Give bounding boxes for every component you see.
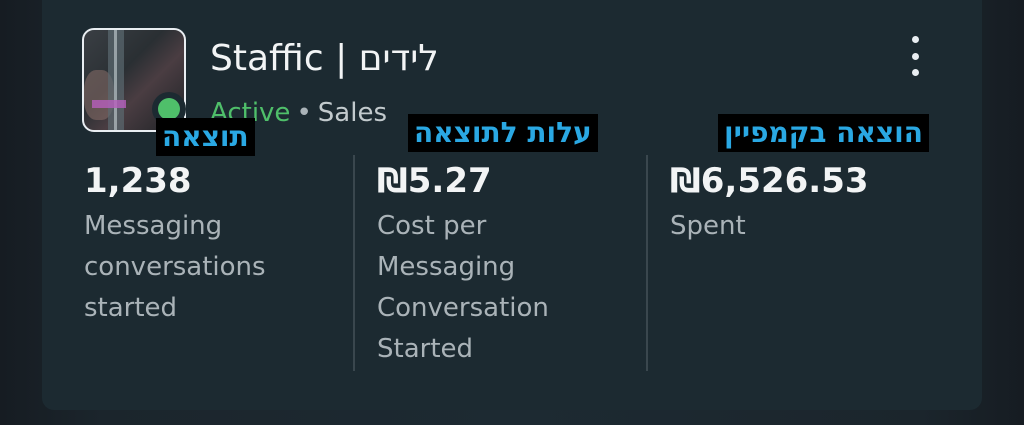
more-options-icon[interactable] bbox=[904, 36, 926, 76]
campaign-title[interactable]: Staffic | לידים bbox=[210, 38, 439, 79]
metric-value: ₪6,526.53 bbox=[670, 161, 869, 201]
metric-label: Messaging conversations started bbox=[84, 211, 266, 323]
metric-results: 1,238 Messaging conversations started bbox=[84, 160, 324, 329]
divider bbox=[646, 155, 648, 371]
metric-cost-per-result: ₪5.27 Cost per Messaging Conversation St… bbox=[377, 160, 617, 370]
metric-label: Cost per Messaging Conversation Started bbox=[377, 211, 549, 364]
annotation-cost-per-result: עלות לתוצאה bbox=[408, 114, 598, 152]
divider bbox=[353, 155, 355, 371]
category-label: Sales bbox=[317, 98, 387, 128]
annotation-campaign-spend: הוצאה בקמפיין bbox=[718, 114, 929, 152]
separator-dot: • bbox=[296, 98, 312, 128]
metric-value: 1,238 bbox=[84, 161, 192, 201]
metric-value: ₪5.27 bbox=[377, 161, 492, 201]
metric-label: Spent bbox=[670, 211, 746, 241]
metric-spent: ₪6,526.53 Spent bbox=[670, 160, 910, 247]
annotation-results: תוצאה bbox=[156, 118, 255, 156]
